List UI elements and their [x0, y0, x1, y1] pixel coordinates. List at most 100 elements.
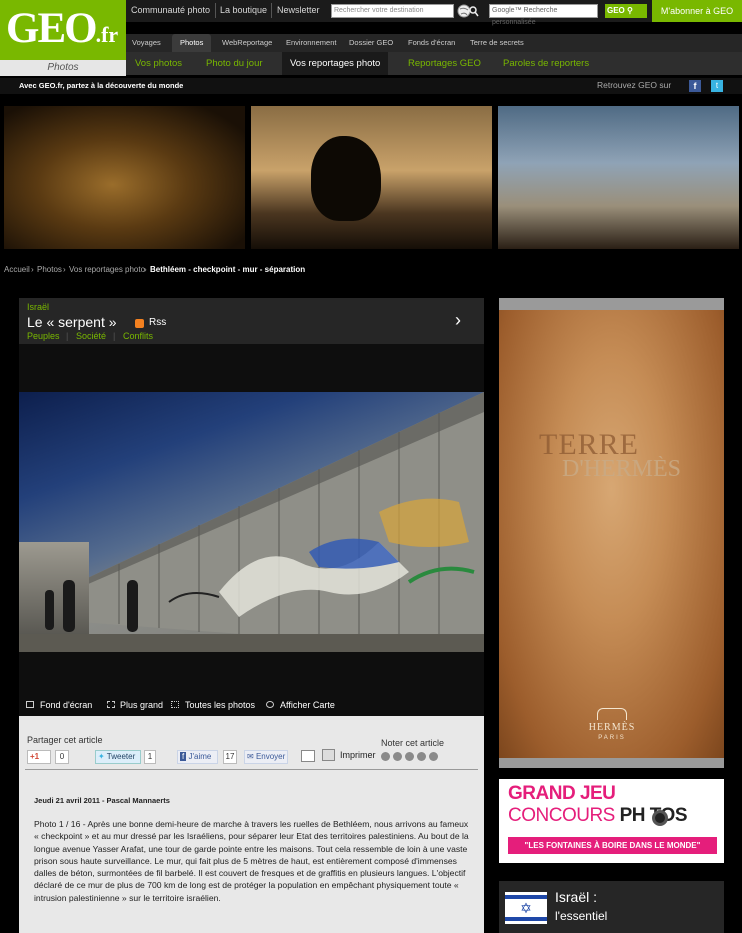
country-title: Israël : — [555, 889, 598, 905]
banner-image-2 — [251, 106, 492, 249]
tag-peuples[interactable]: Peuples — [27, 331, 60, 341]
nav-dossier-geo[interactable]: Dossier GEO — [349, 34, 393, 52]
carriage-icon — [597, 708, 627, 720]
enlarge-icon — [107, 701, 115, 708]
country-subtitle: l'essentiel — [555, 909, 608, 923]
globe-icon — [266, 701, 274, 708]
breadcrumb-separator: › — [144, 265, 147, 274]
link-communaute-photo[interactable]: Communauté photo — [131, 5, 210, 15]
person-silhouette — [45, 590, 54, 630]
logo-section-label: Photos — [0, 60, 126, 76]
show-map-button[interactable]: Afficher Carte — [280, 700, 335, 710]
breadcrumb: Accueil › Photos › Vos reportages photo … — [0, 262, 742, 278]
person-silhouette — [63, 580, 75, 632]
tag-societe[interactable]: Société — [76, 331, 106, 341]
facebook-icon: f — [180, 752, 187, 761]
hermes-ad[interactable]: TERRE D'HERMÈS HERMÈS PARIS — [499, 298, 724, 768]
globe-search-icon[interactable] — [456, 3, 480, 19]
wallpaper-button[interactable]: Fond d'écran — [40, 700, 92, 710]
banner-image-1 — [4, 106, 245, 249]
facebook-icon[interactable]: f — [689, 80, 701, 92]
article-country[interactable]: Israël — [27, 302, 49, 312]
hermes-ad-visual: TERRE D'HERMÈS HERMÈS PARIS — [499, 310, 724, 758]
tag-conflits[interactable]: Conflits — [123, 331, 153, 341]
enlarge-button[interactable]: Plus grand — [120, 700, 163, 710]
hermes-city: PARIS — [598, 735, 626, 741]
tagline: Avec GEO.fr, partez à la découverte du m… — [19, 81, 184, 90]
photo-toolbar: Fond d'écran Plus grand Toutes les photo… — [19, 694, 484, 716]
article-body: Partager cet article Noter cet article +… — [19, 716, 484, 933]
tweet-button[interactable]: ✦ Tweeter — [95, 750, 141, 764]
breadcrumb-separator: › — [31, 265, 34, 274]
silhouette-shape — [311, 136, 381, 221]
facebook-like-count: 17 — [223, 750, 237, 764]
nav-reportages-geo[interactable]: Reportages GEO — [408, 52, 481, 75]
article-title: Le « serpent » — [27, 314, 117, 330]
nav-webreportage[interactable]: WebReportage — [222, 34, 272, 52]
rating-star-2[interactable] — [393, 752, 402, 761]
article-header: Israël Le « serpent » Rss Peuples | Soci… — [19, 298, 484, 344]
nav-photo-du-jour[interactable]: Photo du jour — [206, 52, 263, 75]
nav-vos-reportages-photo[interactable]: Vos reportages photo — [282, 52, 389, 75]
google-plus-count: 0 — [55, 750, 69, 764]
nav-terre-de-secrets[interactable]: Terre de secrets — [470, 34, 524, 52]
twitter-bird-icon: ✦ — [98, 752, 105, 761]
sidewalk-shape — [19, 634, 484, 652]
follow-label: Retrouvez GEO sur — [597, 80, 672, 90]
person-silhouette — [127, 580, 138, 632]
banner-image-3 — [498, 106, 739, 249]
country-essentials-box[interactable]: ✡ Israël : l'essentiel — [499, 881, 724, 933]
flag-stripe — [505, 917, 547, 921]
article-text: Photo 1 / 16 - Après une bonne demi-heur… — [34, 819, 469, 903]
rating-star-1[interactable] — [381, 752, 390, 761]
rating-star-4[interactable] — [417, 752, 426, 761]
logo-text: GEO.fr — [6, 5, 119, 52]
wall-graphic — [79, 392, 484, 652]
link-newsletter[interactable]: Newsletter — [277, 5, 320, 15]
subscribe-button[interactable]: M'abonner à GEO — [652, 0, 742, 22]
facebook-like-button[interactable]: f J'aime — [177, 750, 218, 764]
twitter-icon[interactable]: t — [711, 80, 723, 92]
rating-star-5[interactable] — [429, 752, 438, 761]
nav-vos-photos[interactable]: Vos photos — [135, 52, 182, 75]
top-bar: Communauté photo La boutique Newsletter … — [126, 0, 742, 26]
article-photo[interactable] — [19, 392, 484, 652]
rating-star-3[interactable] — [405, 752, 414, 761]
next-photo-arrow-icon[interactable]: › — [455, 311, 469, 329]
nav-environnement[interactable]: Environnement — [286, 34, 336, 52]
nav-voyages[interactable]: Voyages — [132, 34, 161, 52]
nav-paroles-de-reporters[interactable]: Paroles de reporters — [503, 52, 589, 75]
nav-photos[interactable]: Photos — [172, 34, 212, 52]
google-plus-button[interactable]: +1 — [27, 750, 51, 764]
email-icon[interactable] — [301, 750, 315, 762]
flag-stripe — [505, 895, 547, 899]
print-button[interactable]: Imprimer — [340, 750, 376, 760]
all-photos-button[interactable]: Toutes les photos — [185, 700, 255, 710]
rss-link[interactable]: Rss — [149, 317, 166, 328]
breadcrumb-vos-reportages[interactable]: Vos reportages photo — [69, 265, 145, 274]
rss-icon[interactable] — [135, 319, 144, 328]
nav-fonds-ecran[interactable]: Fonds d'écran — [408, 34, 455, 52]
photo-viewer: Fond d'écran Plus grand Toutes les photo… — [19, 344, 484, 716]
tweet-count: 1 — [144, 750, 156, 764]
destination-search-input[interactable]: Rechercher votre destination — [331, 4, 454, 18]
hermes-brand: HERMÈS — [588, 722, 636, 733]
contest-theme: "LES FONTAINES À BOIRE DANS LE MONDE" — [508, 837, 717, 854]
geo-logo[interactable]: GEO.fr Photos — [0, 0, 126, 76]
share-label: Partager cet article — [27, 735, 103, 745]
star-of-david-icon: ✡ — [520, 900, 532, 916]
rate-label: Noter cet article — [381, 738, 445, 748]
breadcrumb-photos[interactable]: Photos — [37, 265, 62, 274]
israel-flag-icon: ✡ — [505, 892, 547, 924]
tagline-bar: Avec GEO.fr, partez à la découverte du m… — [0, 78, 742, 94]
google-search-input[interactable]: Google™ Recherche personnalisée — [489, 4, 598, 26]
link-boutique[interactable]: La boutique — [220, 5, 267, 15]
breadcrumb-home[interactable]: Accueil — [4, 265, 30, 274]
primary-nav: Voyages Photos WebReportage Environnemen… — [126, 34, 742, 52]
photo-contest-ad[interactable]: GRAND JEU CONCOURS PH TOS "LES FONTAINES… — [499, 779, 724, 863]
breadcrumb-current: Bethléem - checkpoint - mur - séparation — [150, 265, 306, 274]
print-icon[interactable] — [322, 749, 335, 761]
facebook-send-button[interactable]: ✉ Envoyer — [244, 750, 288, 764]
camera-lens-icon — [652, 810, 668, 826]
geo-search-button[interactable]: GEO ⚲ — [605, 4, 647, 18]
